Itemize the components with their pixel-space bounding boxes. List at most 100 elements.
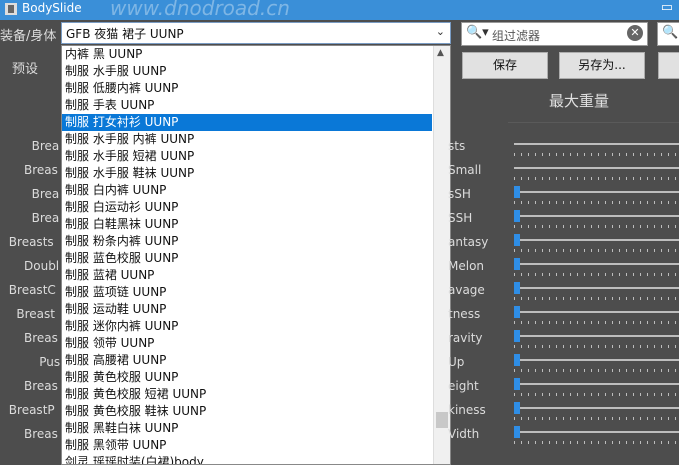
slider-track[interactable] bbox=[514, 311, 679, 313]
dropdown-item[interactable]: 制服 领带 UUNP bbox=[62, 335, 450, 352]
dropdown-item[interactable]: 制服 运动鞋 UUNP bbox=[62, 301, 450, 318]
slider-handle[interactable] bbox=[514, 282, 520, 294]
slider-label-left: Pus bbox=[39, 355, 61, 369]
slider-track[interactable] bbox=[514, 407, 679, 409]
dropdown-item[interactable]: 制服 水手服 鞋袜 UUNP bbox=[62, 165, 450, 182]
slider-ticks bbox=[514, 321, 679, 324]
outfit-dropdown-list[interactable]: 内裤 黑 UUNP 制服 水手服 UUNP 制服 低腰内裤 UUNP 制服 手表 UU… bbox=[61, 45, 451, 465]
slider-track[interactable] bbox=[514, 167, 679, 169]
chevron-down-icon[interactable]: ⌄ bbox=[436, 25, 445, 38]
slider-label-left: Brea bbox=[31, 187, 60, 201]
slider-track[interactable] bbox=[514, 359, 679, 361]
slider-track[interactable] bbox=[514, 143, 679, 145]
dropdown-item[interactable]: 制服 高腰裙 UUNP bbox=[62, 352, 450, 369]
clear-icon[interactable]: ✕ bbox=[627, 25, 643, 41]
slider-label-left: Brea bbox=[31, 139, 60, 153]
slider-ticks bbox=[514, 225, 679, 228]
slider-handle[interactable] bbox=[514, 186, 520, 198]
dropdown-item[interactable]: 制服 白内裤 UUNP bbox=[62, 182, 450, 199]
slider-handle[interactable] bbox=[514, 426, 520, 438]
slider-label: Small bbox=[448, 163, 482, 177]
slider-label-left: Breast bbox=[16, 307, 55, 321]
dropdown-scrollbar[interactable]: ▲ bbox=[433, 46, 450, 464]
group-filter-placeholder: 组过滤器 bbox=[492, 29, 541, 43]
slider-handle[interactable] bbox=[514, 210, 520, 222]
scrollbar-thumb[interactable] bbox=[436, 412, 448, 428]
slider-label: Melon bbox=[448, 259, 485, 273]
slider-label-left: Doubl bbox=[24, 259, 60, 273]
slider-handle[interactable] bbox=[514, 306, 520, 318]
preset-label: 预设 bbox=[12, 62, 39, 77]
dropdown-item[interactable]: 制服 低腰内裤 UUNP bbox=[62, 80, 450, 97]
dropdown-item[interactable]: 制服 黄色校服 鞋袜 UUNP bbox=[62, 403, 450, 420]
slider-label-left: Breas bbox=[24, 331, 58, 345]
slider-label: sts bbox=[448, 139, 466, 153]
dropdown-item[interactable]: 制服 水手服 短裙 UUNP bbox=[62, 148, 450, 165]
dropdown-item[interactable]: 制服 水手服 UUNP bbox=[62, 63, 450, 80]
slider-track[interactable] bbox=[514, 431, 679, 433]
slider-ticks bbox=[514, 441, 679, 444]
toolbar-button-partial[interactable] bbox=[658, 52, 679, 79]
slider-handle[interactable] bbox=[514, 378, 520, 390]
slider-label: eight bbox=[448, 379, 479, 393]
slider-label-left: Breas bbox=[24, 427, 58, 441]
slider-ticks bbox=[514, 273, 679, 276]
slider-track[interactable] bbox=[514, 239, 679, 241]
search-icon: 🔍▾ bbox=[466, 25, 489, 40]
slider-label: kiness bbox=[448, 403, 486, 417]
outfit-combobox[interactable]: GFB 夜猫 裙子 UUNP ⌄ bbox=[61, 22, 451, 44]
dropdown-item[interactable]: 制服 黄色校服 UUNP bbox=[62, 369, 450, 386]
close-icon[interactable]: ▭ bbox=[661, 0, 673, 15]
dropdown-item[interactable]: 制服 打女衬衫 UUNP bbox=[62, 114, 432, 131]
slider-track[interactable] bbox=[514, 191, 679, 193]
scroll-up-arrow-icon[interactable]: ▲ bbox=[437, 48, 444, 58]
slider-ticks bbox=[514, 201, 679, 204]
slider-handle[interactable] bbox=[514, 258, 520, 270]
slider-label: Vidth bbox=[448, 427, 480, 441]
slider-track[interactable] bbox=[514, 215, 679, 217]
dropdown-item[interactable]: 制服 白鞋黑袜 UUNP bbox=[62, 216, 450, 233]
slider-label: ravity bbox=[448, 331, 483, 345]
dropdown-item[interactable]: 制服 蓝项链 UUNP bbox=[62, 284, 450, 301]
slider-handle[interactable] bbox=[514, 354, 520, 366]
divider bbox=[508, 122, 679, 123]
outfit-filter-input[interactable]: 🔍 bbox=[657, 22, 679, 46]
title-bar: BodySlide ▭ bbox=[0, 0, 679, 20]
slider-handle[interactable] bbox=[514, 330, 520, 342]
slider-label-left: Breasts bbox=[8, 235, 54, 249]
section-title: 最大重量 bbox=[549, 92, 610, 110]
watermark: www.dnodroad.cn bbox=[110, 0, 290, 20]
slider-track[interactable] bbox=[514, 335, 679, 337]
group-filter-input[interactable]: 🔍▾ 组过滤器 ✕ bbox=[461, 22, 648, 46]
window-title: BodySlide bbox=[22, 1, 82, 15]
slider-track[interactable] bbox=[514, 287, 679, 289]
slider-ticks bbox=[514, 153, 679, 156]
slider-label-left: Breas bbox=[24, 163, 58, 177]
dropdown-item[interactable]: 内裤 黑 UUNP bbox=[62, 46, 450, 63]
dropdown-item[interactable]: 制服 迷你内裤 UUNP bbox=[62, 318, 450, 335]
slider-ticks bbox=[514, 177, 679, 180]
slider-track[interactable] bbox=[514, 383, 679, 385]
slider-ticks bbox=[514, 369, 679, 372]
dropdown-item[interactable]: 剑灵 瑶瑶时装(白裙)body bbox=[62, 454, 450, 464]
dropdown-item[interactable]: 制服 黑鞋白袜 UUNP bbox=[62, 420, 450, 437]
dropdown-item[interactable]: 制服 粉条内裤 UUNP bbox=[62, 233, 450, 250]
dropdown-item[interactable]: 制服 白运动衫 UUNP bbox=[62, 199, 450, 216]
slider-label: avage bbox=[448, 283, 485, 297]
dropdown-item[interactable]: 制服 黄色校服 短裙 UUNP bbox=[62, 386, 450, 403]
dropdown-item[interactable]: 制服 蓝裙 UUNP bbox=[62, 267, 450, 284]
slider-label: tness bbox=[448, 307, 481, 321]
dropdown-item[interactable]: 制服 手表 UUNP bbox=[62, 97, 450, 114]
save-as-button[interactable]: 另存为... bbox=[559, 52, 645, 79]
slider-label: antasy bbox=[448, 235, 489, 249]
slider-ticks bbox=[514, 249, 679, 252]
dropdown-item[interactable]: 制服 蓝色校服 UUNP bbox=[62, 250, 450, 267]
dropdown-item[interactable]: 制服 黑领带 UUNP bbox=[62, 437, 450, 454]
save-button[interactable]: 保存 bbox=[462, 52, 548, 79]
slider-handle[interactable] bbox=[514, 402, 520, 414]
outfit-label: 装备/身体 bbox=[0, 29, 57, 44]
dropdown-item[interactable]: 制服 水手服 内裤 UUNP bbox=[62, 131, 450, 148]
slider-track[interactable] bbox=[514, 263, 679, 265]
slider-label: sSH bbox=[448, 187, 471, 201]
slider-handle[interactable] bbox=[514, 234, 520, 246]
